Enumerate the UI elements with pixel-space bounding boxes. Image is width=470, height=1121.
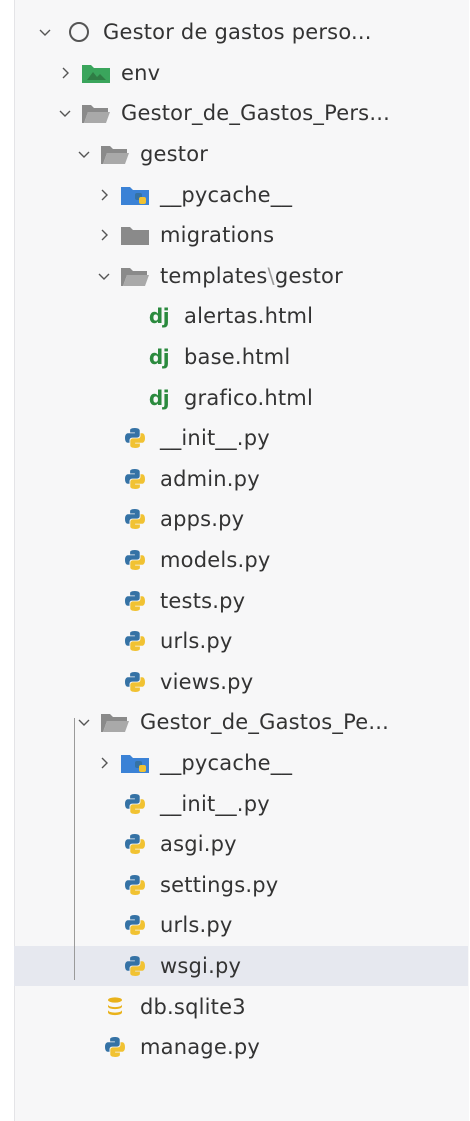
- chevron-down-icon[interactable]: [92, 264, 116, 288]
- tree-row-file[interactable]: manage.py: [0, 1027, 470, 1068]
- tree-label: templates\gestor: [160, 264, 343, 288]
- indent-guide: [74, 718, 75, 980]
- chevron-down-icon[interactable]: [72, 710, 96, 734]
- python-icon: [120, 548, 150, 572]
- tree-label: db.sqlite3: [140, 994, 246, 1019]
- folder-pycache-icon: [120, 183, 150, 207]
- python-icon: [120, 507, 150, 531]
- python-icon: [120, 792, 150, 816]
- python-icon: [120, 589, 150, 613]
- tree-label: gestor: [140, 142, 209, 167]
- tree-row-file[interactable]: db.sqlite3: [0, 986, 470, 1027]
- tree-row-file[interactable]: views.py: [0, 662, 470, 703]
- python-icon: [120, 629, 150, 653]
- folder-pycache-icon: [120, 751, 150, 775]
- django-icon: dj: [148, 345, 170, 370]
- tree-label: __init__.py: [160, 791, 270, 816]
- tree-row-migrations[interactable]: migrations: [0, 215, 470, 256]
- database-icon: [100, 995, 130, 1019]
- tree-row-env[interactable]: env: [0, 53, 470, 94]
- tree-label: __pycache__: [160, 750, 293, 775]
- python-icon: [120, 873, 150, 897]
- tree-row-gestor[interactable]: gestor: [0, 134, 470, 175]
- tree-row-templates[interactable]: templates\gestor: [0, 256, 470, 297]
- tree-label-sub: gestor: [274, 263, 343, 288]
- folder-env-icon: [81, 61, 111, 85]
- folder-closed-icon: [120, 223, 150, 247]
- django-icon: dj: [148, 385, 170, 410]
- tree-label: apps.py: [160, 507, 245, 532]
- tree-row-file[interactable]: dj base.html: [0, 337, 470, 378]
- tree-row-file[interactable]: urls.py: [0, 621, 470, 662]
- python-icon: [120, 913, 150, 937]
- django-icon: dj: [148, 304, 170, 329]
- tree-label: admin.py: [160, 466, 260, 491]
- tree-label: models.py: [160, 548, 271, 573]
- python-icon: [120, 467, 150, 491]
- python-icon: [100, 1035, 130, 1059]
- chevron-right-icon[interactable]: [53, 61, 77, 85]
- folder-open-icon: [120, 264, 150, 288]
- chevron-down-icon[interactable]: [53, 101, 77, 125]
- tree-row-file[interactable]: admin.py: [0, 459, 470, 500]
- tree-label: Gestor_de_Gastos_Pe...: [140, 710, 389, 735]
- tree-row-file[interactable]: __init__.py: [0, 418, 470, 459]
- tree-label: urls.py: [160, 913, 233, 938]
- tree-row-file[interactable]: dj grafico.html: [0, 377, 470, 418]
- tree-row-project-folder[interactable]: Gestor_de_Gastos_Pers...: [0, 93, 470, 134]
- tree-row-file[interactable]: urls.py: [0, 905, 470, 946]
- tree-label: migrations: [160, 223, 275, 248]
- tree-row-project[interactable]: Gestor de gastos perso...: [0, 12, 470, 53]
- tree-label: manage.py: [140, 1035, 260, 1060]
- tree-label: Gestor_de_Gastos_Pers...: [121, 101, 390, 126]
- path-separator: \: [267, 263, 275, 288]
- python-icon: [120, 426, 150, 450]
- tree-label: wsgi.py: [160, 953, 242, 978]
- chevron-right-icon[interactable]: [92, 183, 116, 207]
- folder-open-icon: [100, 710, 130, 734]
- tree-label: grafico.html: [184, 385, 313, 410]
- chevron-down-icon[interactable]: [72, 142, 96, 166]
- tree-row-file[interactable]: dj alertas.html: [0, 296, 470, 337]
- tree-label: asgi.py: [160, 832, 237, 857]
- tree-label: base.html: [184, 345, 291, 370]
- tree-label: env: [121, 60, 161, 85]
- chevron-right-icon[interactable]: [92, 223, 116, 247]
- tree-label: views.py: [160, 669, 254, 694]
- tree-row-file[interactable]: tests.py: [0, 580, 470, 621]
- tree-row-file[interactable]: __init__.py: [0, 783, 470, 824]
- tree-row-file[interactable]: models.py: [0, 540, 470, 581]
- tree-label: urls.py: [160, 629, 233, 654]
- folder-open-icon: [100, 142, 130, 166]
- tree-label: settings.py: [160, 872, 279, 897]
- tree-label: __init__.py: [160, 426, 270, 451]
- tree-row-pycache[interactable]: __pycache__: [0, 743, 470, 784]
- tree-row-file[interactable]: asgi.py: [0, 824, 470, 865]
- tree-row-file-selected[interactable]: wsgi.py: [0, 945, 470, 987]
- circle-icon: [67, 20, 91, 44]
- tree-label: __pycache__: [160, 182, 293, 207]
- project-label: Gestor de gastos perso...: [103, 20, 372, 45]
- python-icon: [120, 670, 150, 694]
- tree-row-file[interactable]: settings.py: [0, 864, 470, 905]
- python-icon: [120, 954, 150, 978]
- tree-label-main: templates: [160, 263, 268, 288]
- chevron-right-icon[interactable]: [92, 751, 116, 775]
- python-icon: [120, 832, 150, 856]
- tree-row-file[interactable]: apps.py: [0, 499, 470, 540]
- tree-row-settings-folder[interactable]: Gestor_de_Gastos_Pe...: [0, 702, 470, 743]
- folder-open-icon: [81, 101, 111, 125]
- tree-label: tests.py: [160, 588, 246, 613]
- chevron-down-icon[interactable]: [33, 20, 57, 44]
- tree-row-pycache[interactable]: __pycache__: [0, 174, 470, 215]
- file-tree: Gestor de gastos perso... env Gestor_de_…: [0, 12, 470, 1067]
- tree-label: alertas.html: [184, 304, 314, 329]
